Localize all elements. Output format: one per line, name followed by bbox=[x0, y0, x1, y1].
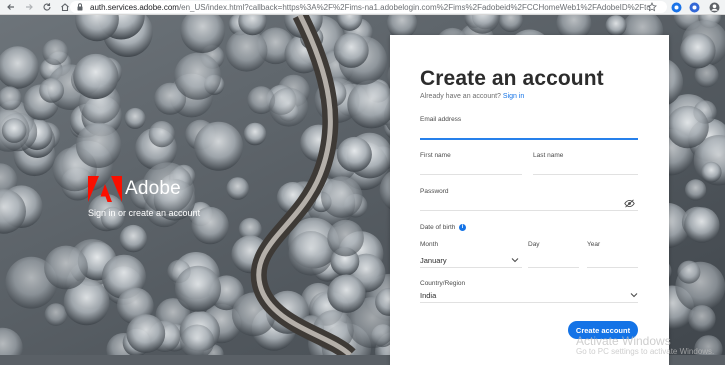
browser-toolbar: auth.services.adobe.com/en_US/index.html… bbox=[0, 0, 725, 15]
first-name-label: First name bbox=[420, 152, 451, 159]
snow-tree bbox=[684, 207, 720, 243]
have-account-text: Already have an account? Sign in bbox=[420, 93, 525, 100]
sign-in-link[interactable]: Sign in bbox=[503, 93, 524, 100]
snow-tree bbox=[288, 231, 334, 276]
snow-tree bbox=[44, 245, 88, 290]
snow-tree bbox=[336, 136, 372, 172]
first-name-field[interactable] bbox=[420, 174, 522, 175]
snow-tree bbox=[347, 80, 396, 129]
snow-tree bbox=[119, 224, 147, 253]
year-field[interactable] bbox=[587, 267, 638, 268]
adobe-brand: Adobe bbox=[88, 176, 181, 202]
extension-icon[interactable] bbox=[688, 1, 700, 13]
snow-tree bbox=[73, 53, 119, 100]
country-select[interactable]: India bbox=[420, 291, 436, 300]
activate-windows-watermark: Activate Windows bbox=[576, 334, 671, 348]
back-icon[interactable] bbox=[4, 0, 18, 14]
country-label: Country/Region bbox=[420, 280, 466, 287]
month-label: Month bbox=[420, 241, 439, 248]
snow-tree bbox=[225, 29, 268, 72]
profile-icon[interactable] bbox=[708, 1, 720, 13]
snow-tree bbox=[327, 219, 364, 257]
last-name-label: Last name bbox=[533, 152, 564, 159]
snow-tree bbox=[269, 87, 309, 127]
signup-card: Create an account Already have an accoun… bbox=[390, 35, 669, 365]
hide-password-icon[interactable] bbox=[624, 199, 635, 208]
snow-tree bbox=[701, 161, 722, 183]
address-bar[interactable]: auth.services.adobe.com/en_US/index.html… bbox=[70, 1, 667, 13]
brand-name: Adobe bbox=[125, 178, 181, 199]
snow-tree bbox=[226, 177, 249, 200]
password-label: Password bbox=[420, 188, 449, 195]
snow-tree bbox=[39, 78, 64, 103]
page-title: Create an account bbox=[420, 67, 604, 90]
country-underline bbox=[420, 302, 638, 303]
snow-tree bbox=[174, 52, 222, 100]
snow-tree bbox=[44, 303, 68, 326]
snow-tree bbox=[685, 179, 707, 201]
snow-tree bbox=[1, 118, 27, 143]
year-label: Year bbox=[587, 241, 601, 248]
info-icon[interactable]: i bbox=[459, 224, 466, 231]
email-field[interactable] bbox=[420, 138, 638, 140]
snow-tree bbox=[327, 274, 366, 313]
star-icon[interactable] bbox=[646, 1, 658, 13]
url-text: auth.services.adobe.com/en_US/index.html… bbox=[90, 2, 650, 12]
email-label: Email address bbox=[420, 116, 462, 123]
snow-tree bbox=[666, 105, 709, 149]
chevron-down-icon[interactable] bbox=[630, 292, 638, 298]
snow-tree bbox=[677, 260, 701, 284]
snow-tree bbox=[124, 107, 146, 129]
month-underline bbox=[420, 267, 522, 268]
month-select[interactable]: January bbox=[420, 256, 447, 265]
password-field[interactable] bbox=[420, 210, 638, 211]
snow-tree bbox=[688, 305, 716, 333]
snow-tree bbox=[126, 314, 166, 353]
brand-tagline: Sign in or create an account bbox=[88, 208, 201, 218]
snow-tree bbox=[605, 15, 627, 37]
day-field[interactable] bbox=[528, 267, 579, 268]
forward-icon[interactable] bbox=[22, 0, 36, 14]
adobe-logo-icon bbox=[88, 176, 122, 202]
snow-tree bbox=[194, 121, 244, 171]
snow-tree bbox=[148, 121, 175, 148]
day-label: Day bbox=[528, 241, 540, 248]
dob-label: Date of birth bbox=[420, 224, 456, 231]
snow-tree bbox=[42, 39, 69, 66]
chevron-down-icon[interactable] bbox=[511, 257, 519, 263]
snow-tree bbox=[333, 32, 369, 68]
lock-icon bbox=[77, 3, 83, 11]
last-name-field[interactable] bbox=[533, 174, 638, 175]
extension-icon[interactable] bbox=[670, 1, 682, 13]
snow-tree bbox=[75, 122, 122, 168]
reload-icon[interactable] bbox=[40, 0, 54, 14]
snow-tree bbox=[243, 122, 267, 146]
snow-tree bbox=[175, 265, 221, 312]
snow-tree bbox=[321, 176, 363, 218]
snow-tree bbox=[680, 32, 716, 69]
